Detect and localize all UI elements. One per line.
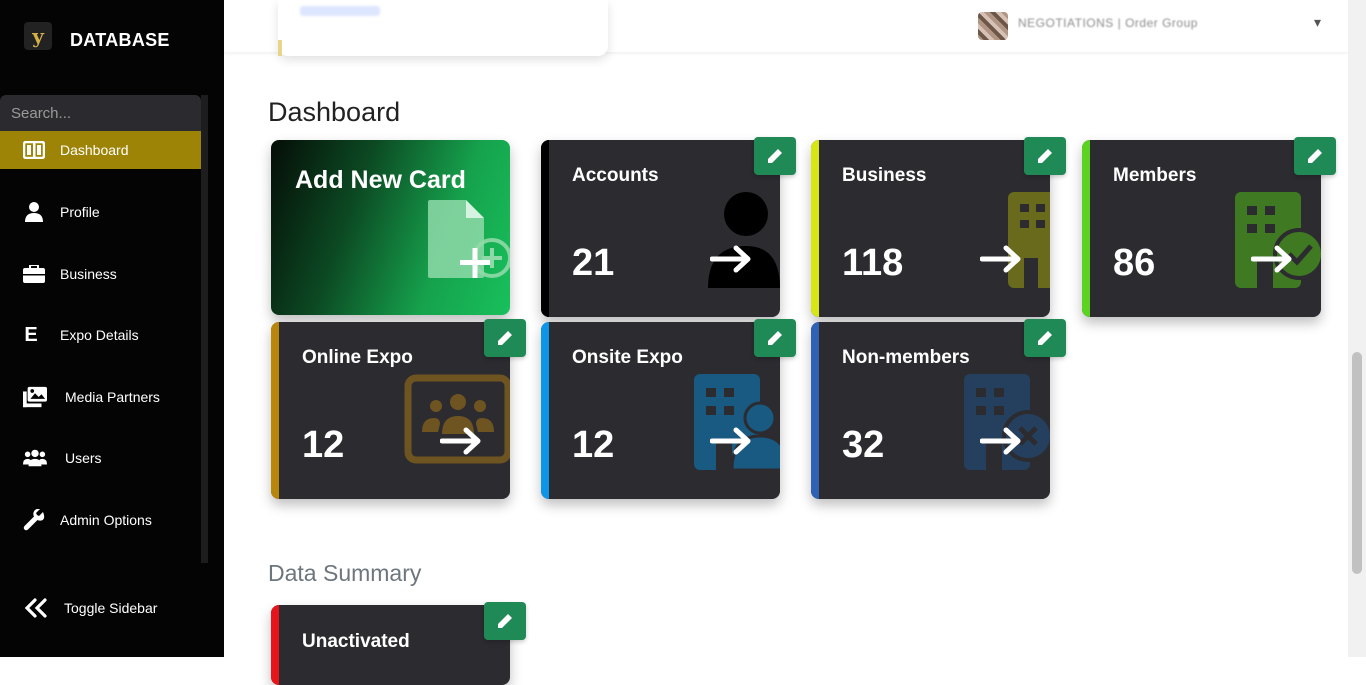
card-title: Onsite Expo xyxy=(572,347,683,368)
edit-non-members-button[interactable] xyxy=(1024,319,1066,357)
pencil-icon xyxy=(498,331,512,345)
members-card[interactable]: Members 86 xyxy=(1082,140,1321,317)
card-value: 21 xyxy=(572,242,615,284)
non-members-card[interactable]: Non-members 32 xyxy=(811,322,1050,499)
sidebar-item-label: Expo Details xyxy=(60,327,139,343)
card-accent xyxy=(811,140,819,317)
page-scrollbar[interactable] xyxy=(1348,0,1366,657)
page-title: Dashboard xyxy=(268,97,401,127)
user-name[interactable]: NEGOTIATIONS | Order Group xyxy=(1018,16,1198,30)
add-new-card-button[interactable]: Add New Card xyxy=(271,140,510,315)
online-expo-card[interactable]: Online Expo 12 xyxy=(271,322,510,499)
business-card[interactable]: Business 118 xyxy=(811,140,1050,317)
wrench-icon xyxy=(22,508,46,532)
columns-icon xyxy=(22,138,46,162)
sidebar-item-media-partners[interactable]: Media Partners xyxy=(0,378,201,416)
images-icon xyxy=(23,385,47,409)
sidebar-item-admin-options[interactable]: Admin Options xyxy=(0,501,201,539)
sidebar-item-expo-details[interactable]: E Expo Details xyxy=(0,316,201,354)
sidebar-item-label: Business xyxy=(60,266,117,282)
card-title: Business xyxy=(842,165,927,186)
file-add-icon xyxy=(428,200,510,278)
card-value: 118 xyxy=(842,242,904,284)
arrow-right-icon xyxy=(980,245,1021,273)
card-accent xyxy=(811,322,819,499)
double-chevron-left-icon xyxy=(24,596,48,620)
sidebar-item-label: Users xyxy=(65,450,102,466)
toggle-sidebar-label: Toggle Sidebar xyxy=(64,600,158,616)
card-value: 12 xyxy=(572,424,615,466)
card-accent xyxy=(1082,140,1090,317)
accounts-card[interactable]: Accounts 21 xyxy=(541,140,780,317)
edit-members-button[interactable] xyxy=(1294,137,1336,175)
card-accent xyxy=(271,605,279,685)
edit-onsite-expo-button[interactable] xyxy=(754,319,796,357)
add-new-card-label: Add New Card xyxy=(295,166,466,194)
card-title: Accounts xyxy=(572,165,659,186)
chevron-down-icon[interactable]: ▾ xyxy=(1314,14,1321,31)
sidebar-item-label: Dashboard xyxy=(60,142,129,158)
card-accent xyxy=(271,322,279,499)
pencil-icon xyxy=(1308,149,1322,163)
sidebar-item-label: Profile xyxy=(60,204,100,220)
sidebar-item-users[interactable]: Users xyxy=(0,439,201,477)
card-value: 32 xyxy=(842,424,885,466)
sidebar-scrollbar[interactable] xyxy=(201,95,208,563)
arrow-right-icon xyxy=(710,245,751,273)
brand[interactable]: y DATABASE xyxy=(24,22,169,50)
sidebar-item-dashboard[interactable]: Dashboard xyxy=(0,131,201,169)
sidebar-search-input[interactable] xyxy=(0,95,201,131)
card-title: Members xyxy=(1113,165,1197,186)
pencil-icon xyxy=(1038,149,1052,163)
section-heading: Data Summary xyxy=(268,560,422,586)
edit-business-button[interactable] xyxy=(1024,137,1066,175)
onsite-expo-card[interactable]: Onsite Expo 12 xyxy=(541,322,780,499)
card-title: Non-members xyxy=(842,347,970,368)
edit-unactivated-button[interactable] xyxy=(484,602,526,640)
arrow-right-icon xyxy=(1251,245,1292,273)
edit-accounts-button[interactable] xyxy=(754,137,796,175)
users-icon xyxy=(23,446,47,470)
top-partial-card xyxy=(278,0,608,56)
card-title: Unactivated xyxy=(302,631,410,652)
sidebar: y DATABASE Dashboard Profile Business E … xyxy=(0,0,224,657)
sidebar-item-label: Admin Options xyxy=(60,512,152,528)
card-value: 12 xyxy=(302,424,345,466)
arrow-right-icon xyxy=(440,427,481,455)
user-icon xyxy=(22,200,46,224)
card-accent xyxy=(541,322,549,499)
pencil-icon xyxy=(498,614,512,628)
letter-e-icon: E xyxy=(24,323,38,346)
edit-online-expo-button[interactable] xyxy=(484,319,526,357)
pencil-icon xyxy=(768,149,782,163)
page-scrollbar-thumb[interactable] xyxy=(1352,352,1362,574)
brand-logo: y xyxy=(24,22,52,50)
card-value: 86 xyxy=(1113,242,1156,284)
pencil-icon xyxy=(768,331,782,345)
card-accent xyxy=(541,140,549,317)
pencil-icon xyxy=(1038,331,1052,345)
top-card-link[interactable] xyxy=(300,6,380,16)
arrow-right-icon xyxy=(710,427,751,455)
toggle-sidebar-button[interactable]: Toggle Sidebar xyxy=(0,589,201,627)
top-card-accent xyxy=(278,40,282,56)
sidebar-item-label: Media Partners xyxy=(65,389,160,405)
card-title: Online Expo xyxy=(302,347,413,368)
brand-title: DATABASE xyxy=(70,30,170,50)
sidebar-item-business[interactable]: Business xyxy=(0,255,201,293)
avatar[interactable] xyxy=(978,12,1008,40)
unactivated-card[interactable]: Unactivated xyxy=(271,605,510,685)
briefcase-icon xyxy=(22,262,46,286)
arrow-right-icon xyxy=(980,427,1021,455)
sidebar-item-profile[interactable]: Profile xyxy=(0,193,201,231)
